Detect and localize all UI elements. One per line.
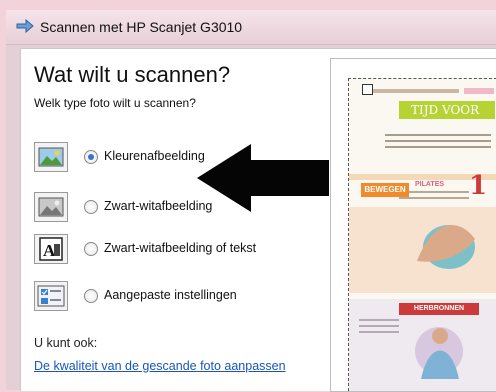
subheading: Welk type foto wilt u scannen? (34, 96, 196, 110)
page-title: Wat wilt u scannen? (34, 62, 231, 87)
magazine-headline: TIJD VOOR (399, 101, 495, 119)
crop-handle[interactable] (362, 84, 373, 95)
radio-bw-text[interactable] (84, 242, 98, 256)
magazine-section-herbronnen: HERBRONNEN (399, 303, 479, 315)
scanner-app-icon (16, 19, 34, 33)
adjust-quality-link[interactable]: De kwaliteit van de gescande foto aanpas… (34, 359, 286, 373)
radio-color-image[interactable] (84, 150, 98, 164)
magazine-scan-image (349, 88, 496, 391)
option-bw-text[interactable]: A Zwart-witafbeelding of tekst (34, 234, 274, 264)
option-label: Aangepaste instellingen (104, 288, 237, 302)
radio-grayscale-image[interactable] (84, 200, 98, 214)
preview-page: TIJD VOOR BEWEGEN PILATES 1 HERBRONNEN (348, 78, 496, 391)
window-title: Scannen met HP Scanjet G3010 (40, 19, 243, 35)
magazine-section-bewegen: BEWEGEN (361, 183, 409, 197)
bw-text-icon: A (34, 234, 68, 264)
title-bar[interactable]: Scannen met HP Scanjet G3010 (6, 10, 496, 45)
magazine-section-number: 1 (469, 171, 488, 201)
option-custom-settings[interactable]: Aangepaste instellingen (34, 281, 274, 311)
option-label: Zwart-witafbeelding of tekst (104, 241, 257, 255)
grayscale-photo-icon (34, 192, 68, 222)
custom-settings-icon (34, 281, 68, 311)
option-label: Kleurenafbeelding (104, 149, 205, 163)
magazine-section-pilates: PILATES (415, 181, 445, 188)
also-label: U kunt ook: (34, 336, 98, 350)
radio-custom-settings[interactable] (84, 289, 98, 303)
color-photo-icon (34, 142, 68, 172)
left-arrow-icon (197, 144, 329, 212)
